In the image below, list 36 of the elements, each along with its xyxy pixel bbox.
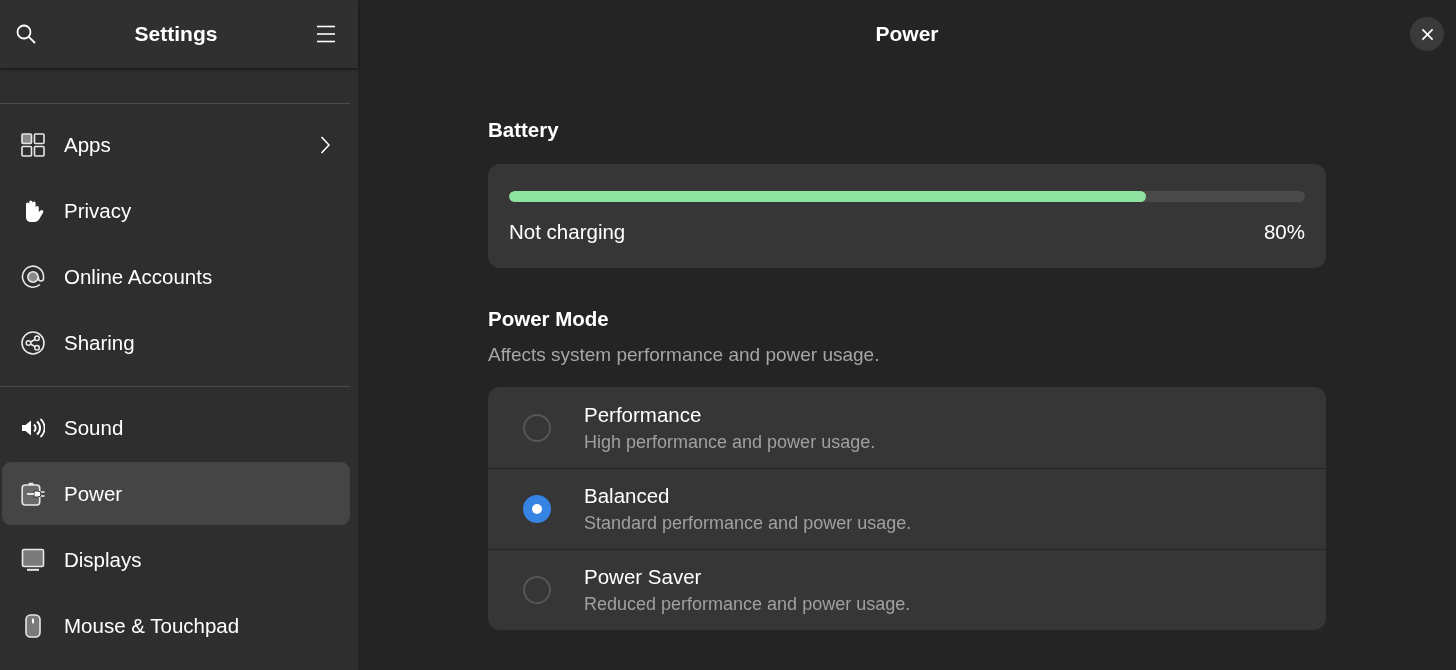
option-title: Balanced xyxy=(584,484,671,508)
sidebar-item[interactable]: Mouse & Touchpad xyxy=(2,594,350,657)
radio-button[interactable] xyxy=(523,495,551,523)
power-mode-option[interactable]: Performance High performance and power usage. xyxy=(488,387,1326,468)
battery-plug-icon xyxy=(21,481,45,506)
share-icon xyxy=(21,330,45,355)
sidebar-item[interactable]: Online Accounts xyxy=(2,245,350,308)
at-sign-icon xyxy=(21,264,45,289)
close-icon xyxy=(1420,27,1434,41)
option-description: Standard performance and power usage. xyxy=(584,512,912,534)
sidebar-item[interactable]: Displays xyxy=(2,528,350,591)
radio-button[interactable] xyxy=(523,413,551,442)
battery-percentage: 80% xyxy=(1263,220,1305,244)
option-description: High performance and power usage. xyxy=(584,430,876,453)
section-heading: Power Mode xyxy=(488,307,610,331)
sidebar-item[interactable]: Sharing xyxy=(2,311,350,374)
option-title: Power Saver xyxy=(584,565,703,589)
menu-icon xyxy=(316,24,336,44)
monitor-icon xyxy=(21,547,45,572)
sidebar-item[interactable]: Apps xyxy=(2,113,350,176)
search-icon xyxy=(16,24,36,44)
radio-button[interactable] xyxy=(523,576,551,604)
sidebar-item[interactable]: Sound xyxy=(2,396,350,459)
grid-icon xyxy=(21,132,45,157)
battery-status: Not charging xyxy=(509,220,626,244)
section-description: Affects system performance and power usage. xyxy=(488,343,881,367)
page-title: Power xyxy=(875,22,939,46)
power-mode-option[interactable]: Power Saver Reduced performance and power usage. xyxy=(488,549,1326,630)
option-title: Performance xyxy=(584,402,703,427)
close-button[interactable] xyxy=(1410,17,1444,51)
section-heading: Battery xyxy=(488,118,560,142)
sidebar-item[interactable]: Privacy xyxy=(2,179,350,242)
sidebar-title: Settings xyxy=(134,22,218,46)
option-description: Reduced performance and power usage. xyxy=(584,593,911,615)
power-mode-option[interactable]: Balanced Standard performance and power usage. xyxy=(488,468,1326,549)
sidebar-item[interactable]: Power xyxy=(2,462,350,525)
